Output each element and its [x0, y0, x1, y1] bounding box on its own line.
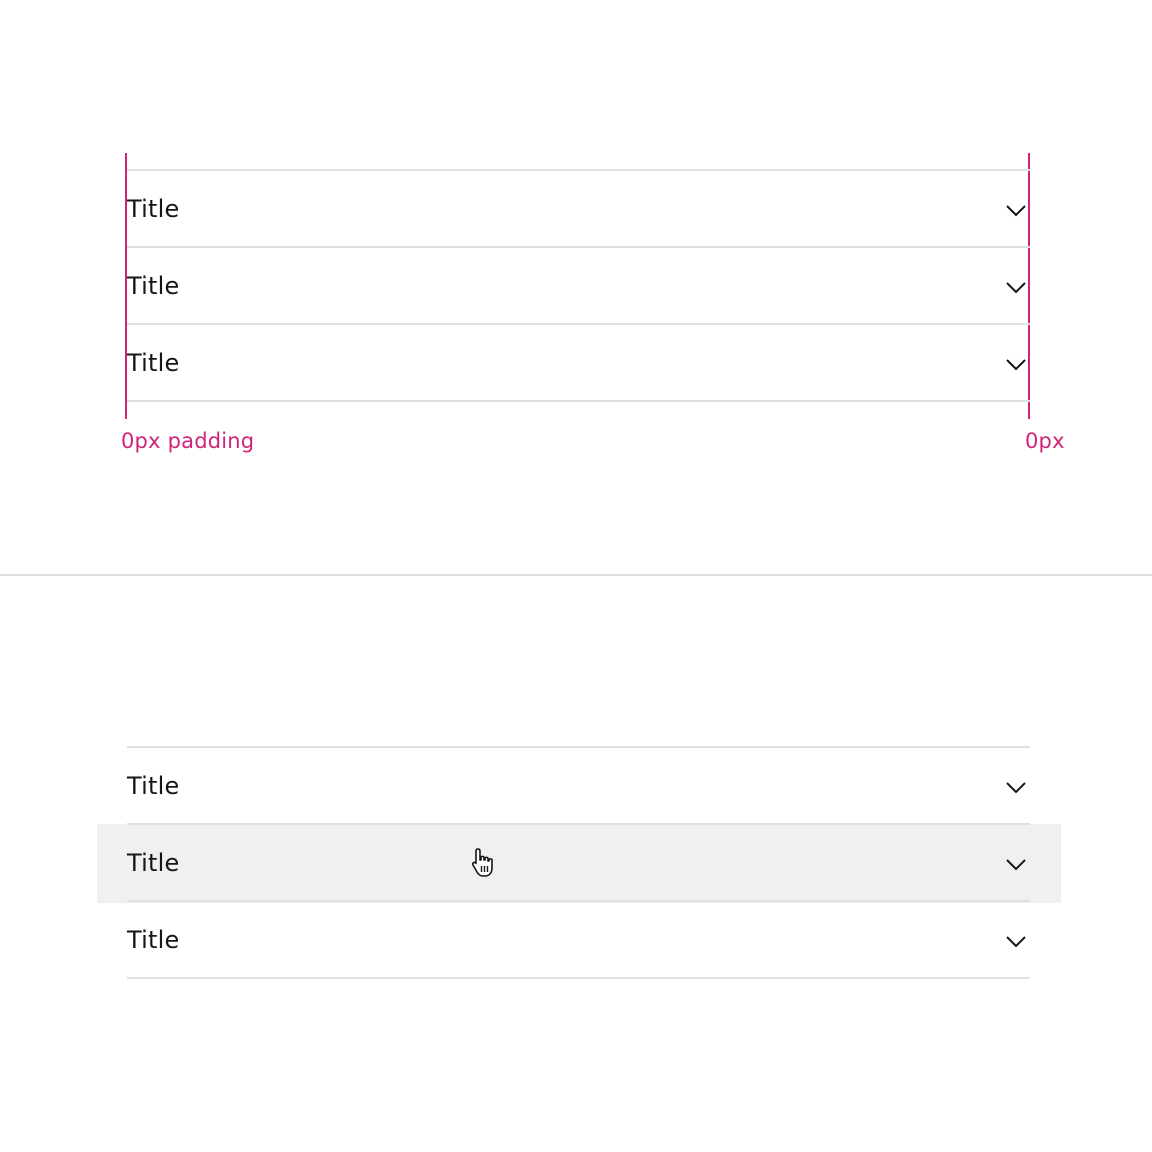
accordion-hover-example: Title Title Title	[127, 746, 1030, 979]
chevron-down-icon[interactable]	[1004, 352, 1028, 376]
accordion-item-title: Title	[127, 926, 180, 954]
accordion-item[interactable]: Title	[127, 246, 1030, 323]
padding-annotation-right: 0px	[1025, 429, 1065, 453]
accordion-item-title: Title	[127, 272, 180, 300]
accordion-item-title: Title	[127, 772, 180, 800]
chevron-down-icon[interactable]	[1004, 198, 1028, 222]
accordion-item-hovered[interactable]: Title	[127, 823, 1030, 900]
spec-canvas: Title Title Title 0px padding 0px Title	[0, 0, 1152, 1152]
padding-annotation-left: 0px padding	[121, 429, 255, 453]
accordion-item[interactable]: Title	[127, 323, 1030, 402]
accordion-item[interactable]: Title	[127, 746, 1030, 823]
accordion-spec: Title Title Title	[127, 169, 1030, 402]
chevron-down-icon[interactable]	[1004, 275, 1028, 299]
hand-pointer-icon	[468, 846, 502, 880]
accordion-item-title: Title	[127, 349, 180, 377]
accordion-item-title: Title	[127, 195, 180, 223]
chevron-down-icon[interactable]	[1004, 775, 1028, 799]
chevron-down-icon[interactable]	[1004, 929, 1028, 953]
accordion-item[interactable]: Title	[127, 900, 1030, 979]
chevron-down-icon[interactable]	[1004, 852, 1028, 876]
accordion-item-title: Title	[127, 849, 180, 877]
section-divider	[0, 574, 1152, 576]
accordion-item[interactable]: Title	[127, 169, 1030, 246]
